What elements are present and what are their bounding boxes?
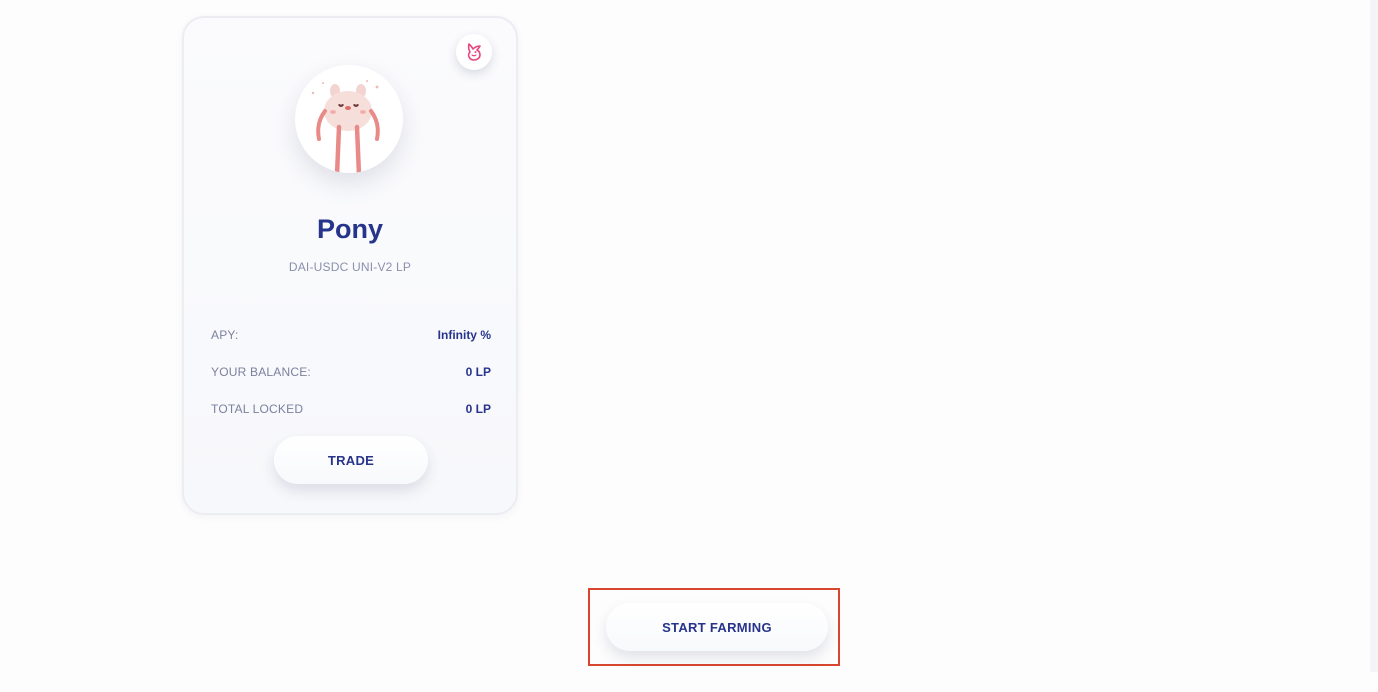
- pool-avatar: [295, 65, 403, 173]
- pool-token-pair: DAI-USDC UNI-V2 LP: [288, 260, 412, 274]
- balance-value: 0 LP: [465, 365, 491, 379]
- balance-label: YOUR BALANCE:: [211, 365, 311, 379]
- total-locked-value: 0 LP: [465, 402, 491, 416]
- stat-row-apy: APY: Infinity %: [211, 327, 491, 343]
- uniswap-unicorn-icon: [467, 43, 481, 61]
- pony-mascot-icon: [311, 80, 380, 173]
- farm-card: Pony DAI-USDC UNI-V2 LP APY: Infinity % …: [182, 16, 518, 515]
- apy-label: APY:: [211, 328, 239, 342]
- page-right-edge: [1370, 0, 1378, 672]
- pool-title: Pony: [316, 214, 383, 244]
- stat-row-total-locked: TOTAL LOCKED 0 LP: [211, 401, 491, 417]
- start-farming-button[interactable]: START FARMING: [606, 603, 828, 651]
- total-locked-label: TOTAL LOCKED: [211, 402, 304, 416]
- platform-badge[interactable]: [456, 34, 492, 70]
- stat-row-balance: YOUR BALANCE: 0 LP: [211, 364, 491, 380]
- trade-button[interactable]: TRADE: [274, 436, 428, 484]
- apy-value: Infinity %: [437, 328, 491, 342]
